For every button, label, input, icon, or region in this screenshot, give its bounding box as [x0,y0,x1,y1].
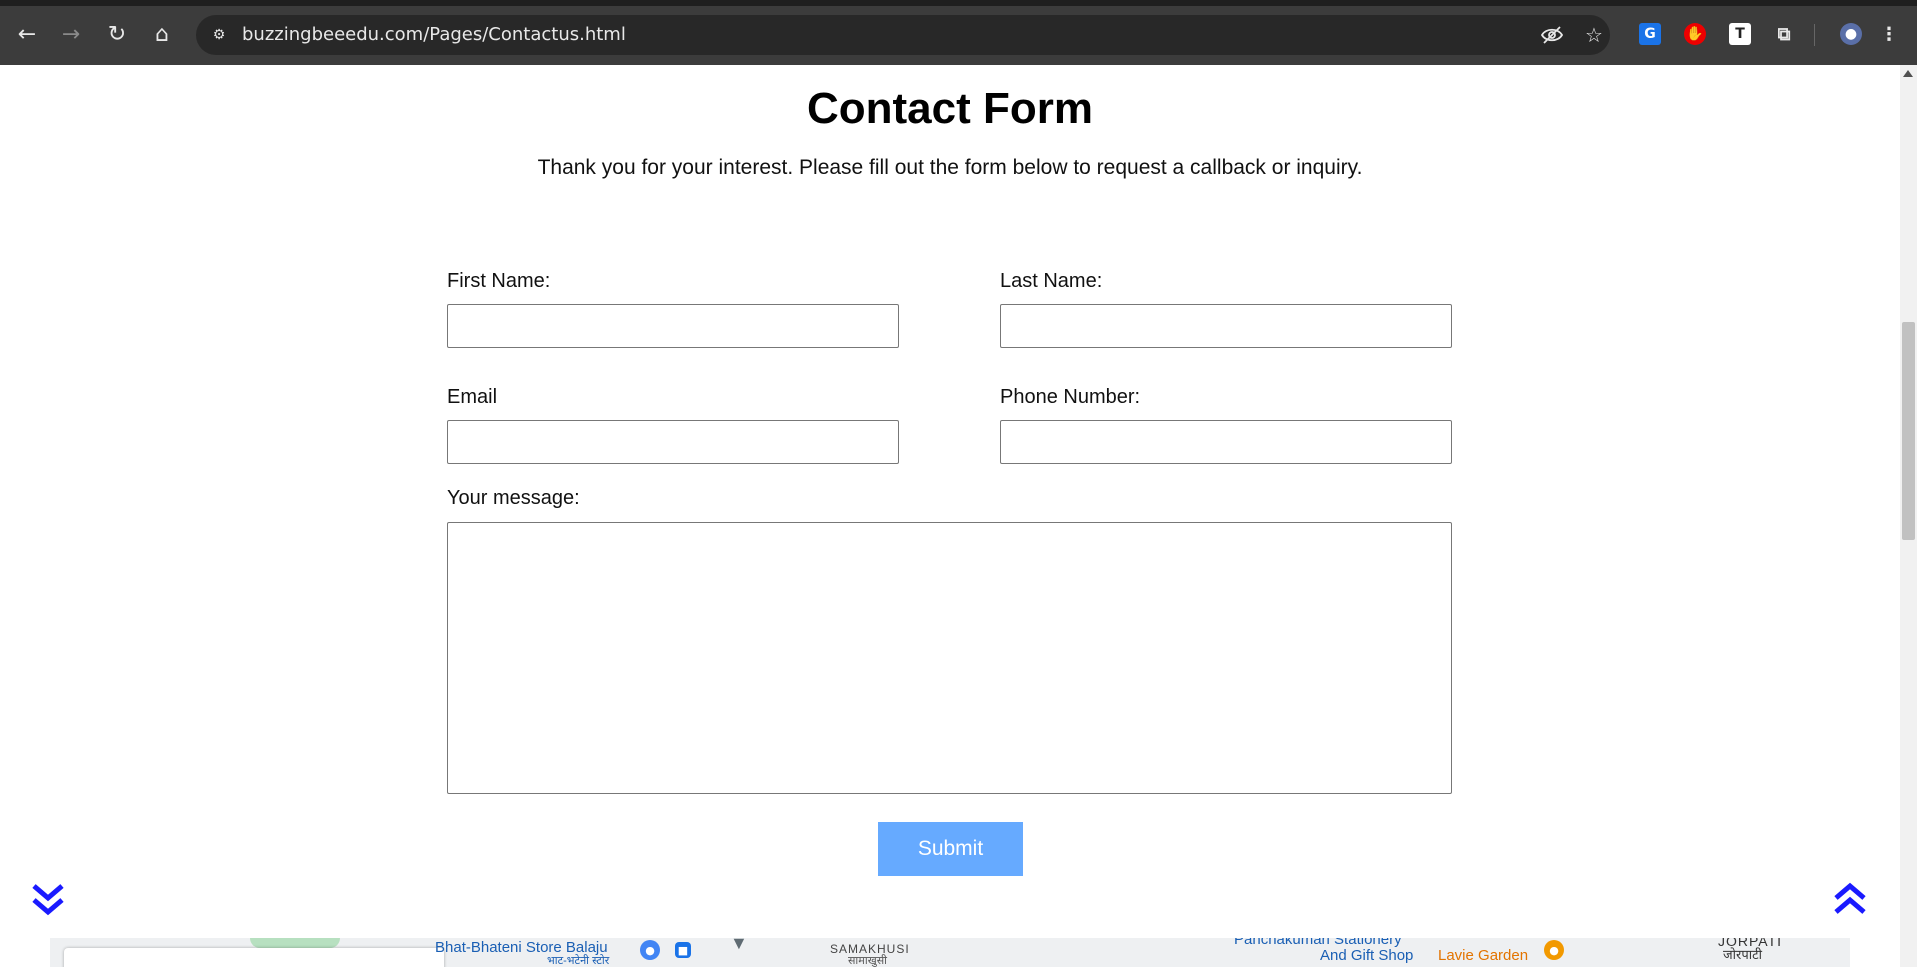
map-label-samakhusi: SAMAKHUSI [830,942,910,956]
reload-icon[interactable]: ↻ [104,22,130,48]
first-name-input[interactable] [447,304,899,348]
last-name-input[interactable] [1000,304,1452,348]
map-label-lavie-garden[interactable]: Lavie Garden [1438,948,1528,963]
page-subtitle: Thank you for your interest. Please fill… [537,156,1363,179]
tab-strip [0,0,1917,6]
last-name-label: Last Name: [1000,270,1103,292]
map-park-area [250,938,340,948]
scroll-up-chevron-icon[interactable] [1830,878,1870,918]
bus-stop-icon[interactable]: ■ [675,942,691,958]
forward-icon[interactable]: → [58,22,84,48]
email-input[interactable] [447,420,899,464]
email-label: Email [447,386,498,408]
adblock-extension-icon[interactable]: ✋ [1684,23,1706,45]
phone-number-label: Phone Number: [1000,386,1141,408]
message-label: Your message: [447,487,580,509]
map-label-bhatbhateni[interactable]: Bhat-Bhateni Store Balaju [435,940,608,955]
shopping-pin-icon[interactable]: ● [640,940,660,960]
translate-extension-icon[interactable]: G [1639,23,1661,45]
back-icon[interactable]: ← [14,22,40,48]
map-label-samakhusi-np: सामाखुसी [848,955,887,967]
embedded-map[interactable]: Bhat-Bhateni Store Balaju भाट-भटेनी स्टो… [50,938,1850,967]
site-info-icon[interactable]: ⚙ [208,24,230,46]
map-label-panchakumari-1[interactable]: Panchakumari Stationery [1234,938,1402,947]
menu-kebab-icon[interactable]: ⋮ [1878,23,1900,45]
map-label-jorpati-np: जोरपाटी [1723,947,1763,962]
scroll-down-chevron-icon[interactable] [28,880,68,920]
url-text[interactable]: buzzingbeeedu.com/Pages/Contactus.html [242,24,626,45]
page-title: Contact Form [807,84,1093,133]
map-label-bhatbhateni-np: भाट-भटेनी स्टोर [547,955,610,967]
address-bar[interactable]: ⚙ buzzingbeeedu.com/Pages/Contactus.html… [196,15,1610,55]
first-name-label: First Name: [447,270,551,292]
toolbar-separator [1814,24,1815,46]
home-icon[interactable]: ⌂ [149,22,175,48]
message-textarea[interactable] [447,522,1452,794]
browser-toolbar: ← → ↻ ⌂ ⚙ buzzingbeeedu.com/Pages/Contac… [0,0,1917,65]
text-extension-icon[interactable]: T [1729,23,1751,45]
profile-avatar-icon[interactable]: ● [1840,23,1862,45]
scroll-up-arrow-icon[interactable] [1903,70,1913,77]
restaurant-pin-icon[interactable]: ● [1544,940,1564,960]
tracking-protection-eye-icon[interactable] [1540,24,1564,46]
map-label-panchakumari-2[interactable]: And Gift Shop [1320,948,1413,963]
extensions-puzzle-icon[interactable]: ⧉ [1773,23,1795,45]
scrollbar-thumb[interactable] [1902,322,1915,540]
bookmark-star-icon[interactable]: ☆ [1582,23,1606,47]
submit-button[interactable]: Submit [878,822,1023,876]
map-location-marker-icon: ▼ [730,938,748,953]
map-info-card[interactable] [64,948,444,967]
phone-number-input[interactable] [1000,420,1452,464]
